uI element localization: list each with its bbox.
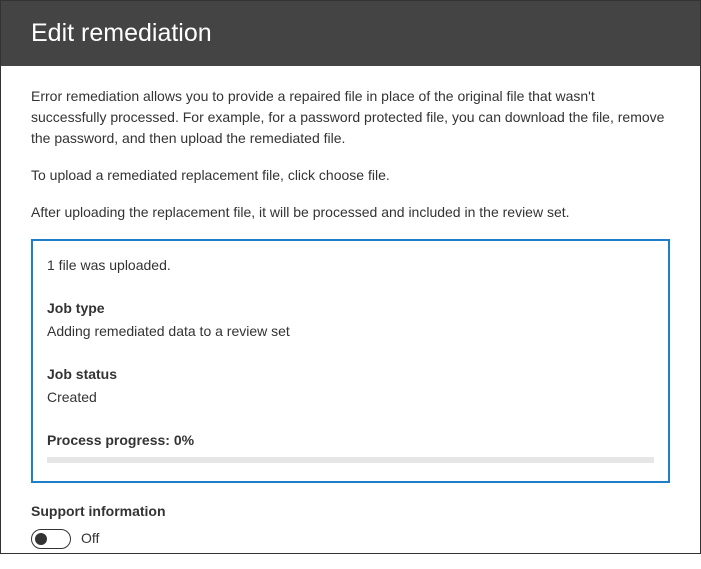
support-toggle-state: Off [81,528,99,549]
upload-message: 1 file was uploaded. [47,255,654,276]
progress-label: Process progress: 0% [47,430,654,451]
description-text: Error remediation allows you to provide … [31,86,670,149]
support-label: Support information [31,501,670,522]
support-toggle-row: Off [31,528,670,549]
job-type-label: Job type [47,298,654,319]
job-status-group: Job status Created [47,364,654,408]
job-type-group: Job type Adding remediated data to a rev… [47,298,654,342]
support-section: Support information Off [31,501,670,549]
job-status-label: Job status [47,364,654,385]
instruction-1: To upload a remediated replacement file,… [31,165,670,186]
support-toggle[interactable] [31,529,71,549]
progress-bar [47,457,654,463]
job-status-value: Created [47,387,654,408]
content-area: Error remediation allows you to provide … [1,66,700,569]
status-box: 1 file was uploaded. Job type Adding rem… [31,239,670,483]
instruction-2: After uploading the replacement file, it… [31,202,670,223]
toggle-knob [35,533,47,545]
page-header: Edit remediation [1,1,700,66]
progress-group: Process progress: 0% [47,430,654,463]
page-title: Edit remediation [31,19,212,47]
job-type-value: Adding remediated data to a review set [47,321,654,342]
